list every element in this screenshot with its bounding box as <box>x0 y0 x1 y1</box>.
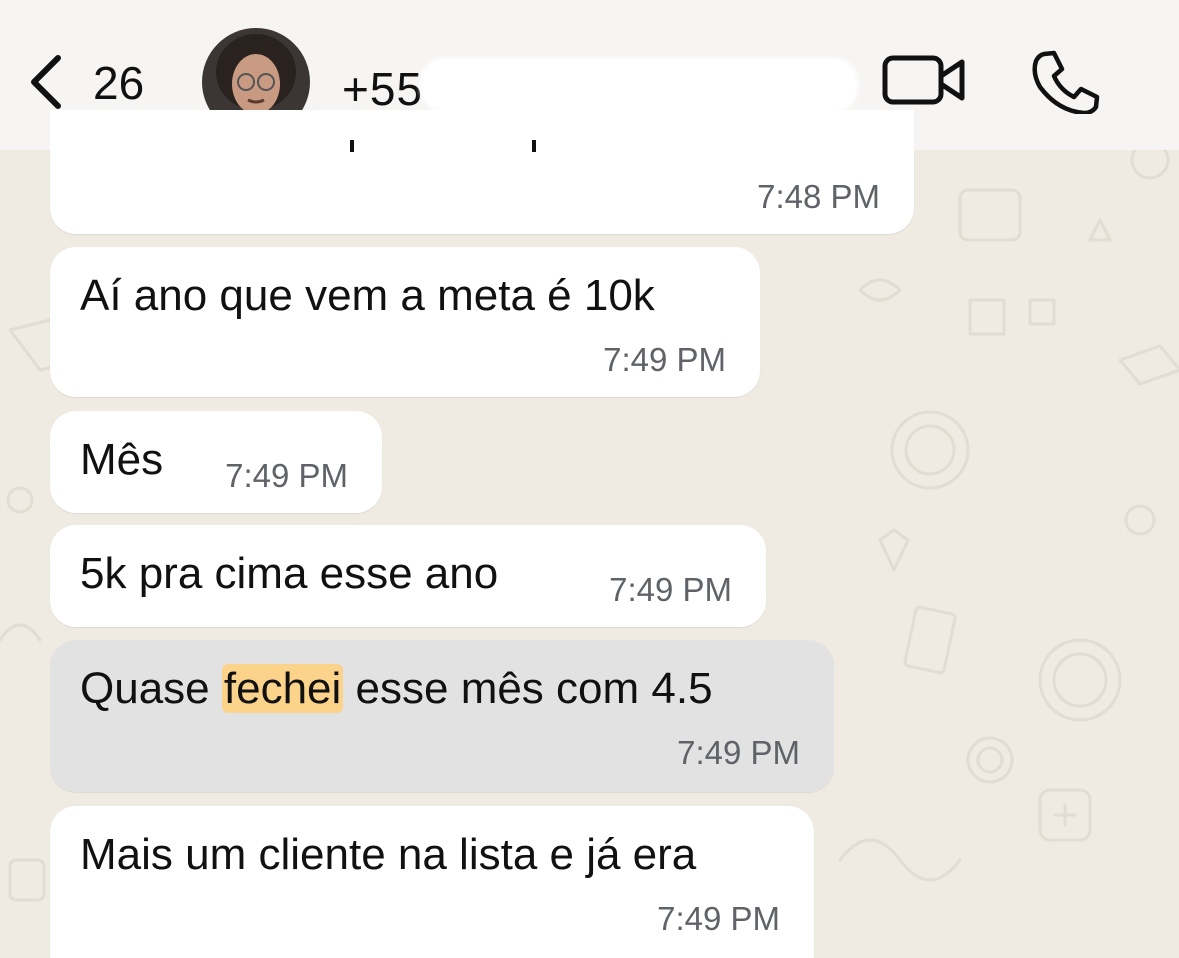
message-time: 7:49 PM <box>677 734 800 771</box>
message-bubble[interactable]: 5k pra cima esse ano 7:49 PM <box>50 525 766 627</box>
message-time: 7:49 PM <box>609 571 732 608</box>
message-time: 7:49 PM <box>603 341 726 378</box>
message-text-part: esse mês com 4.5 <box>343 664 713 713</box>
message-text: Quase fechei esse mês com 4.5 <box>80 664 713 714</box>
message-bubble[interactable]: 7:48 PM <box>50 110 914 234</box>
message-bubble[interactable]: Mais um cliente na lista e já era 7:49 P… <box>50 806 814 958</box>
message-time: 7:49 PM <box>225 457 348 494</box>
message-text: Mês <box>80 435 164 484</box>
video-camera-icon[interactable] <box>882 52 966 108</box>
message-text: Mais um cliente na lista e já era <box>80 830 697 879</box>
redaction-overlay <box>420 58 858 112</box>
cut-off-text-fragment <box>532 140 536 152</box>
contact-name[interactable]: +55 <box>342 62 423 116</box>
message-text-part: Quase <box>80 664 222 713</box>
message-text: Aí ano que vem a meta é 10k <box>80 271 655 320</box>
message-bubble[interactable]: Mês 7:49 PM <box>50 411 382 513</box>
message-time: 7:48 PM <box>757 178 880 215</box>
message-time: 7:49 PM <box>657 900 780 937</box>
message-text: 5k pra cima esse ano <box>80 549 499 598</box>
message-bubble-highlighted[interactable]: Quase fechei esse mês com 4.5 7:49 PM <box>50 640 834 792</box>
search-highlight: fechei <box>221 664 344 713</box>
cut-off-text-fragment <box>350 140 354 152</box>
phone-icon[interactable] <box>1030 50 1100 114</box>
message-bubble[interactable]: Aí ano que vem a meta é 10k 7:49 PM <box>50 247 760 397</box>
unread-count[interactable]: 26 <box>93 56 144 110</box>
chevron-left-icon[interactable] <box>24 52 68 112</box>
